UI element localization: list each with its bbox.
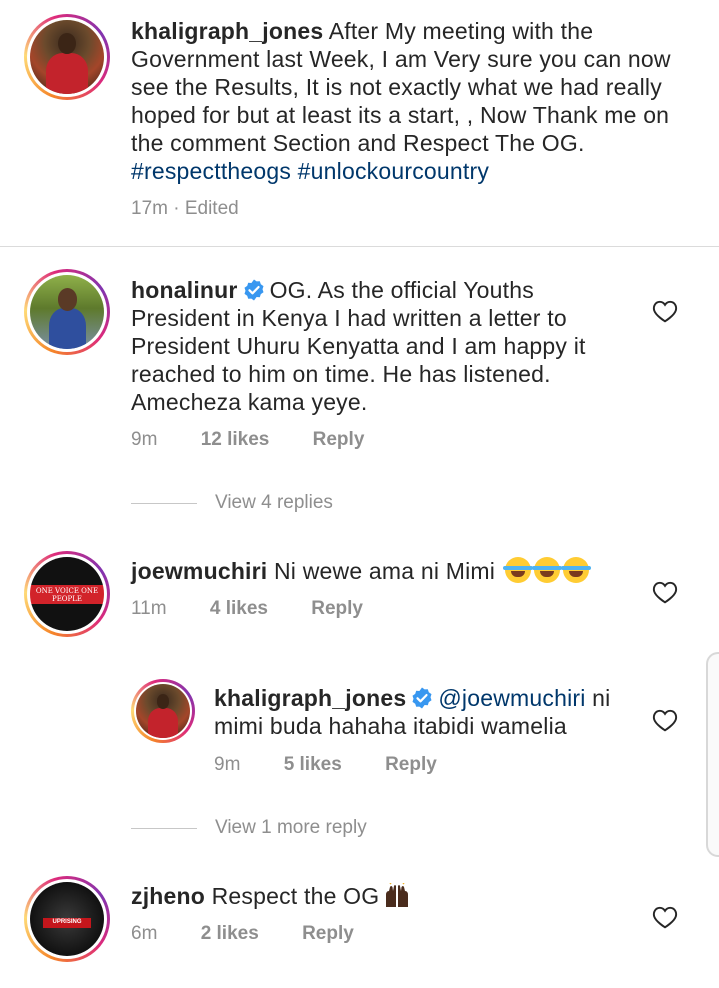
comment-meta: 6m 2 likes Reply [131,923,354,945]
comment-body: joewmuchiri Ni wewe ama ni Mimi [131,557,631,585]
tears-of-joy-emoji-icon [502,557,533,583]
comment-username[interactable]: joewmuchiri [131,558,267,584]
post-username[interactable]: khaligraph_jones [131,18,323,44]
reply-avatar[interactable] [131,679,195,743]
avatar-stripe [30,557,104,586]
comment-username[interactable]: zjheno [131,883,205,909]
hashtag-link[interactable]: #respecttheogs [131,158,291,184]
divider-line [131,502,197,504]
verified-badge-icon [244,279,264,301]
comment-text: Respect the OG [211,883,380,909]
mention-link[interactable]: @joewmuchiri [438,685,585,711]
post-meta: 17m · Edited [131,198,239,219]
comment-body: honalinur OG. As the official Youths Pres… [131,276,601,416]
edge-panel-handle[interactable] [706,652,719,857]
avatar-stripe [30,604,104,631]
divider [0,246,719,247]
avatar-text: ONE VOICE ONE PEOPLE [35,586,99,603]
comment-time: 9m [131,429,158,450]
comment-likes[interactable]: 5 likes [284,754,342,775]
comment-username[interactable]: honalinur [131,277,238,303]
avatar-text: UPRISING [43,917,91,928]
comment-time: 9m [214,754,241,775]
comment-username[interactable]: khaligraph_jones [214,685,406,711]
comment-likes[interactable]: 2 likes [201,923,259,944]
reply-button[interactable]: Reply [311,598,363,619]
post-avatar[interactable] [24,14,110,100]
comment-meta: 9m 5 likes Reply [214,754,437,776]
comment-likes[interactable]: 4 likes [210,598,268,619]
heart-outline-icon[interactable] [652,905,678,929]
verified-badge-icon [412,687,432,709]
comment-text: Ni wewe ama ni Mimi [274,558,496,584]
reply-body: khaligraph_jones @joewmuchiri ni mimi bud… [214,684,634,740]
reply-button[interactable]: Reply [385,754,437,775]
tears-of-joy-emoji-icon [560,557,591,583]
view-replies-button[interactable]: View 4 replies [131,492,333,514]
comment-meta: 11m 4 likes Reply [131,598,363,620]
reply-button[interactable]: Reply [313,429,365,450]
view-more-replies-button[interactable]: View 1 more reply [131,817,367,839]
comment-likes[interactable]: 12 likes [201,429,270,450]
reply-button[interactable]: Reply [302,923,354,944]
comment-avatar[interactable]: ONE VOICE ONE PEOPLE [24,551,110,637]
view-replies-label[interactable]: View 1 more reply [215,817,367,839]
heart-outline-icon[interactable] [652,299,678,323]
comment-avatar[interactable]: UPRISING [24,876,110,962]
raising-hands-emoji-icon [386,883,409,907]
comment-body: zjheno Respect the OG [131,882,611,910]
comment-time: 6m [131,923,158,944]
post-caption: khaligraph_jones After My meeting with t… [131,17,676,185]
hashtag-link[interactable]: #unlockourcountry [298,158,489,184]
view-replies-label[interactable]: View 4 replies [215,492,333,514]
divider-line [131,827,197,829]
comment-time: 11m [131,598,167,619]
comment-avatar[interactable] [24,269,110,355]
heart-outline-icon[interactable] [652,580,678,604]
tears-of-joy-emoji-icon [531,557,562,583]
heart-outline-icon[interactable] [652,708,678,732]
comment-meta: 9m 12 likes Reply [131,429,364,451]
